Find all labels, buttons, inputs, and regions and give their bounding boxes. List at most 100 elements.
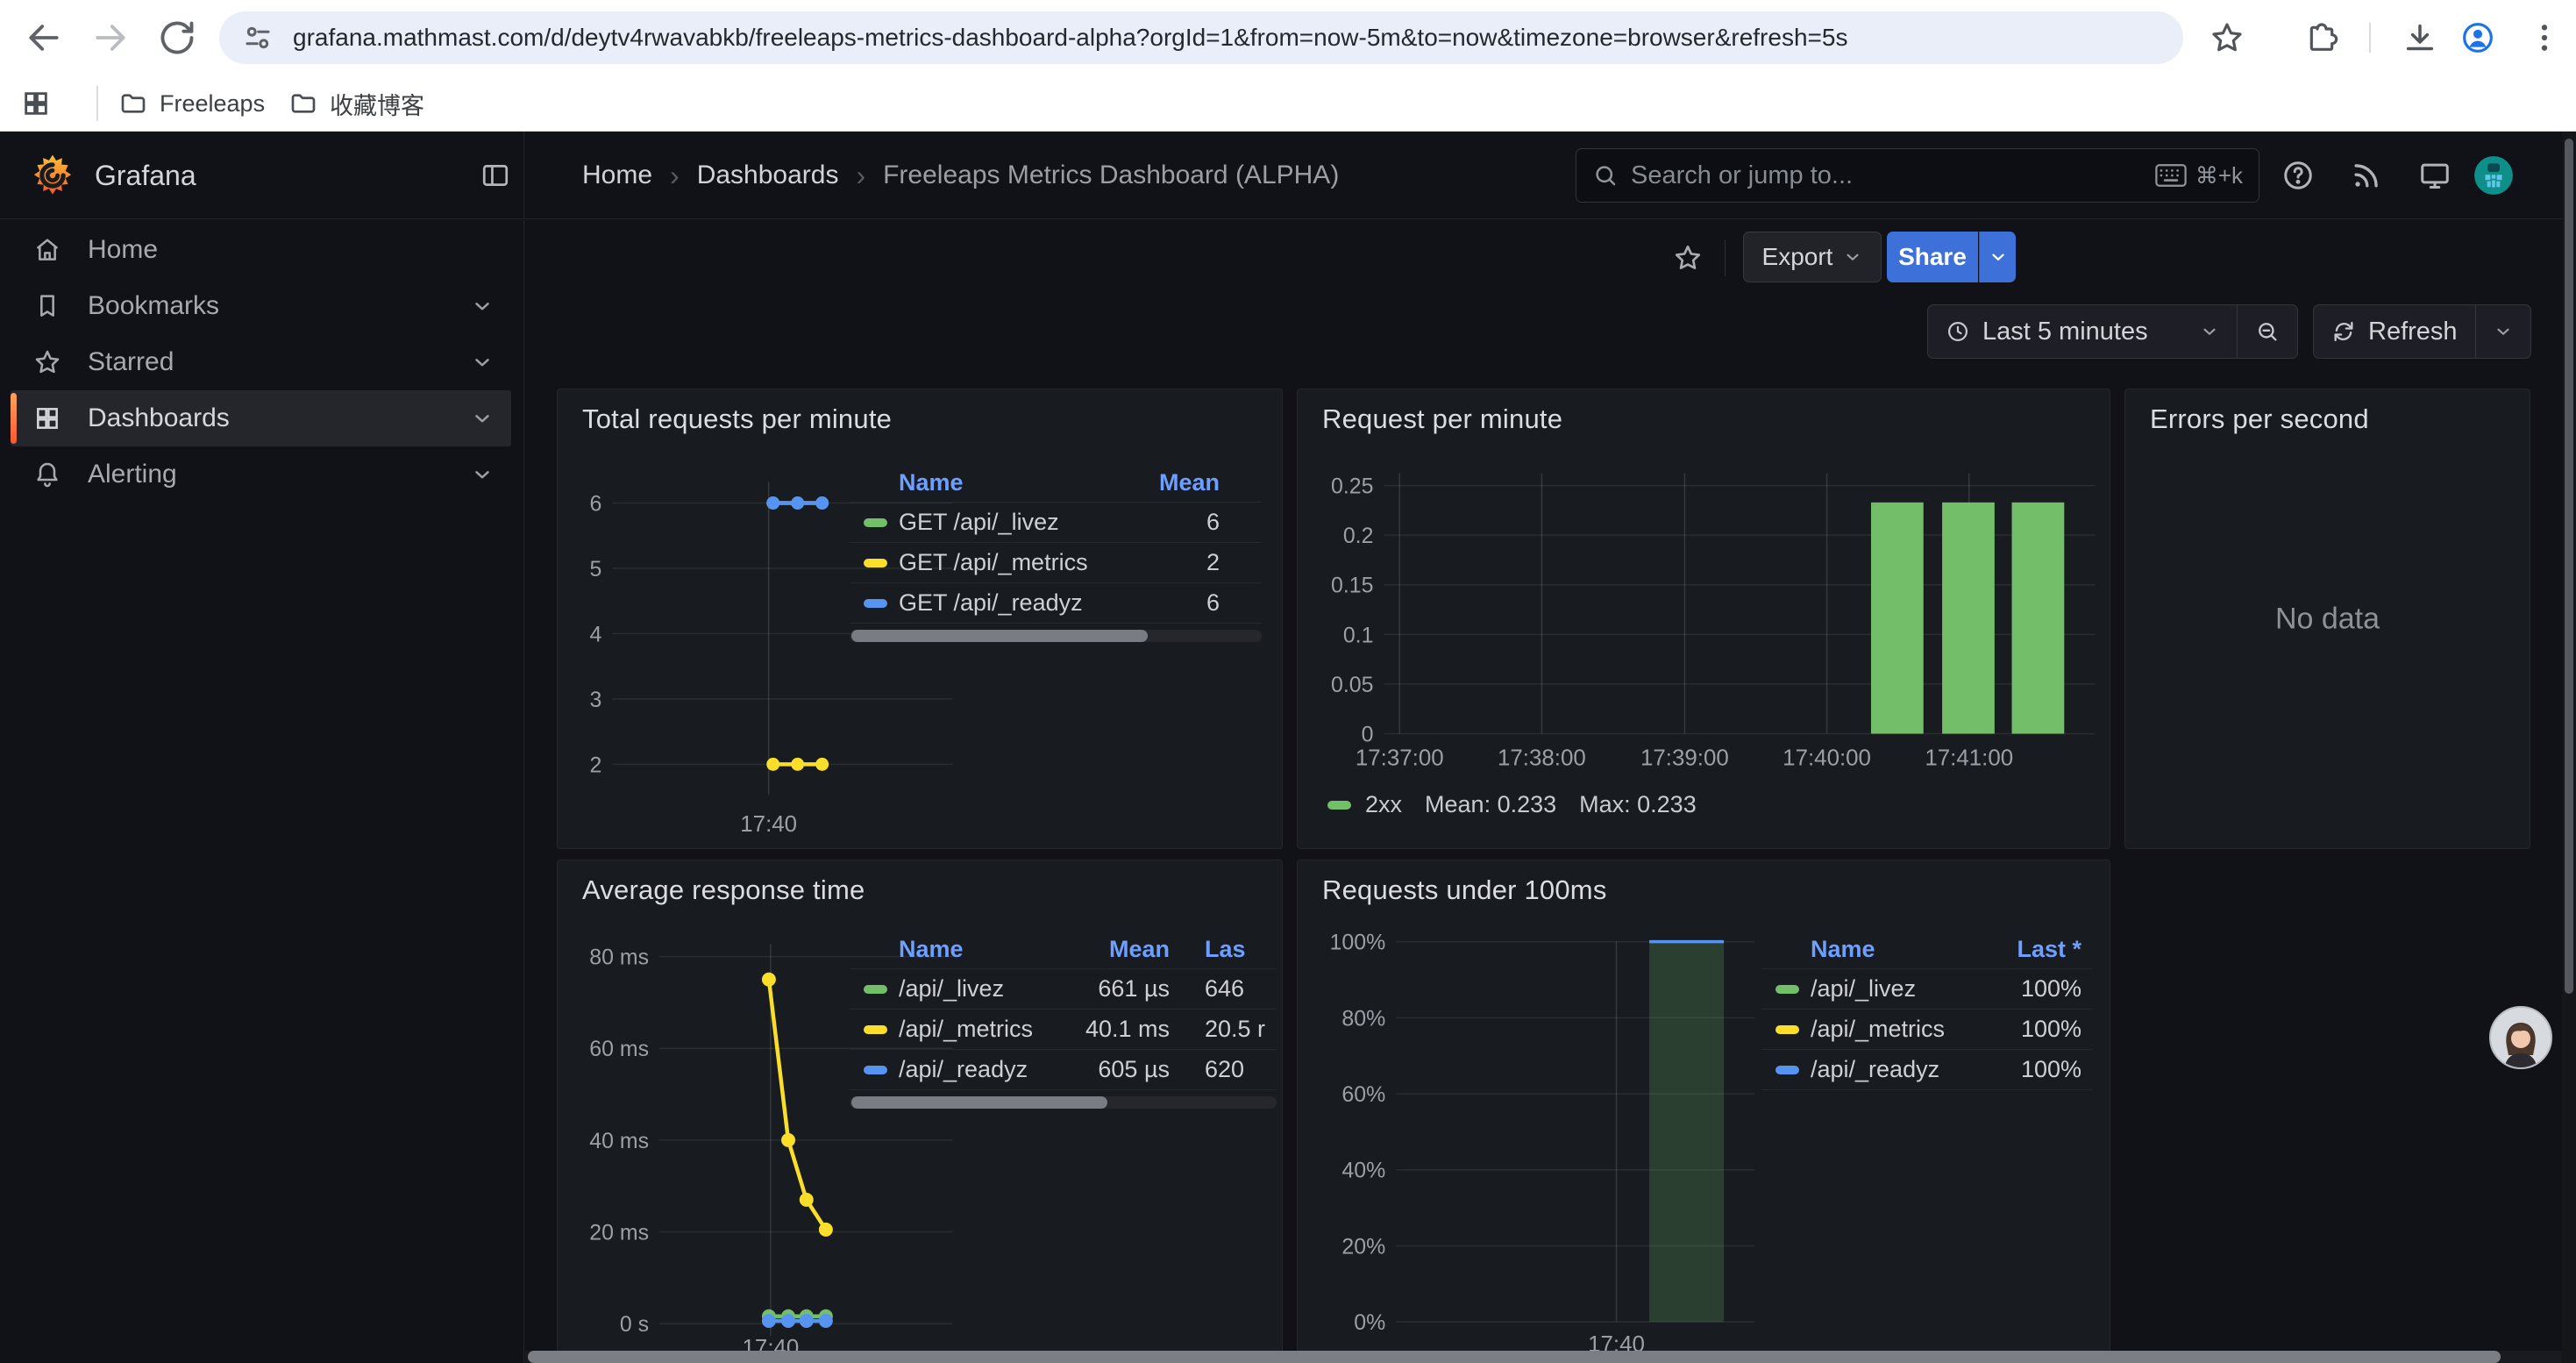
svg-text:17:40: 17:40 [740, 812, 797, 837]
legend-column-header[interactable]: Name [1811, 936, 1959, 963]
bookmark-folder-freeleaps[interactable]: Freeleaps [119, 75, 265, 132]
series-name[interactable]: /api/_metrics [899, 1016, 1073, 1043]
chevron-down-icon[interactable] [471, 295, 494, 318]
vertical-scrollbar-thumb[interactable] [2565, 139, 2573, 994]
panel-title[interactable]: Errors per second [2150, 403, 2369, 435]
brand-name[interactable]: Grafana [95, 160, 196, 192]
legend-value: 6 [1141, 589, 1220, 617]
legend-row[interactable]: GET /api/_readyz6 [850, 583, 1262, 624]
breadcrumb-dashboards[interactable]: Dashboards [697, 161, 839, 190]
chevron-down-icon[interactable] [471, 407, 494, 430]
rss-icon[interactable] [2350, 159, 2383, 192]
apps-grid-icon[interactable] [21, 89, 51, 118]
legend-row[interactable]: /api/_metrics100% [1761, 1010, 2092, 1050]
address-bar[interactable]: grafana.mathmast.com/d/deytv4rwavabkb/fr… [219, 11, 2183, 64]
time-range-button[interactable]: Last 5 minutes [1928, 305, 2237, 358]
panel-requests-under-100ms: Requests under 100ms 100%80%60%40%20%0%1… [1297, 860, 2110, 1363]
menu-dots-icon[interactable] [2527, 20, 2562, 55]
sidebar-item-home[interactable]: Home [11, 222, 511, 278]
svg-text:20 ms: 20 ms [589, 1220, 649, 1245]
svg-text:0.15: 0.15 [1331, 574, 1373, 598]
bookmark-star-icon[interactable] [2210, 20, 2245, 55]
legend-column-header[interactable]: Name [899, 469, 1141, 496]
sidebar-toggle-icon[interactable] [480, 161, 510, 190]
toolbar-divider [2369, 23, 2371, 53]
sidebar-item-bookmarks[interactable]: Bookmarks [11, 278, 511, 334]
sidebar: Home Bookmarks Starred [0, 220, 524, 1363]
series-name[interactable]: 2xx [1365, 791, 1402, 818]
legend-row[interactable]: /api/_livez100% [1761, 969, 2092, 1010]
chevron-down-icon[interactable] [471, 351, 494, 374]
legend-column-header[interactable]: Mean [1073, 936, 1170, 963]
downloads-icon[interactable] [2402, 20, 2437, 55]
legend-column-header[interactable]: Mean [1141, 469, 1220, 496]
time-picker-group: Last 5 minutes [1927, 304, 2298, 359]
svg-text:17:40:00: 17:40:00 [1783, 746, 1871, 770]
zoom-out-button[interactable] [2237, 305, 2297, 358]
horizontal-scrollbar[interactable] [525, 1351, 2562, 1363]
series-name[interactable]: GET /api/_metrics [899, 549, 1141, 576]
url-text[interactable]: grafana.mathmast.com/d/deytv4rwavabkb/fr… [293, 24, 1847, 52]
reload-icon[interactable] [158, 18, 196, 57]
legend-line[interactable]: 2xxMean: 0.233Max: 0.233 [1327, 791, 1697, 818]
legend-column-header[interactable]: Las [1205, 936, 1273, 963]
profile-icon[interactable] [2460, 20, 2495, 55]
user-avatar[interactable] [2474, 156, 2513, 195]
series-name[interactable]: /api/_livez [1811, 975, 1959, 1003]
legend-scrollbar[interactable] [850, 630, 1262, 642]
share-dropdown-button[interactable] [1979, 232, 2016, 282]
sidebar-item-dashboards[interactable]: Dashboards [11, 390, 511, 446]
sidebar-item-starred[interactable]: Starred [11, 334, 511, 390]
vertical-scrollbar[interactable] [2562, 132, 2576, 1363]
search-box[interactable]: ⌘+k [1576, 148, 2259, 203]
legend-row[interactable]: /api/_readyz605 µs620 [850, 1050, 1277, 1090]
legend-scrollbar-thumb[interactable] [851, 1096, 1107, 1109]
bookmark-folder-blogs[interactable]: 收藏博客 [289, 75, 424, 132]
series-name[interactable]: /api/_metrics [1811, 1016, 1959, 1043]
svg-text:80%: 80% [1341, 1006, 1385, 1031]
grafana-logo-icon[interactable] [30, 153, 75, 198]
legend-row[interactable]: GET /api/_metrics2 [850, 543, 1262, 583]
search-input[interactable] [1631, 161, 2155, 190]
legend-column-header[interactable]: Last * [1959, 936, 2081, 963]
breadcrumb-home[interactable]: Home [582, 161, 652, 190]
series-name[interactable]: /api/_readyz [899, 1056, 1073, 1083]
tune-icon[interactable] [242, 22, 274, 54]
refresh-interval-button[interactable] [2475, 305, 2530, 358]
series-name[interactable]: /api/_livez [899, 975, 1073, 1003]
legend-row[interactable]: /api/_readyz100% [1761, 1050, 2092, 1090]
grafana-header-main: Home › Dashboards › Freeleaps Metrics Da… [524, 132, 2576, 218]
series-color-pill [864, 599, 887, 608]
extensions-icon[interactable] [2304, 20, 2339, 55]
svg-text:0: 0 [1362, 722, 1374, 746]
refresh-button[interactable]: Refresh [2314, 305, 2475, 358]
legend-scrollbar[interactable] [850, 1096, 1277, 1109]
favorite-star-icon[interactable] [1673, 243, 1703, 273]
series-name[interactable]: GET /api/_livez [899, 509, 1141, 536]
export-button[interactable]: Export [1743, 232, 1882, 282]
legend-row[interactable]: /api/_metrics40.1 ms20.5 r [850, 1010, 1277, 1050]
star-icon [33, 348, 61, 376]
chevron-down-icon[interactable] [471, 463, 494, 486]
legend-row[interactable]: GET /api/_livez6 [850, 503, 1262, 543]
sidebar-item-label: Bookmarks [88, 291, 471, 321]
legend-row[interactable]: /api/_livez661 µs646 [850, 969, 1277, 1010]
monitor-icon[interactable] [2418, 159, 2451, 192]
forward-icon[interactable] [91, 18, 130, 57]
floating-avatar[interactable] [2489, 1006, 2552, 1069]
series-name[interactable]: /api/_readyz [1811, 1056, 1959, 1083]
no-data-message: No data [2125, 602, 2530, 636]
help-icon[interactable] [2281, 159, 2315, 192]
share-button[interactable]: Share [1887, 232, 1978, 282]
legend-table: NameMean Las/api/_livez661 µs646/api/_met… [850, 931, 1277, 1109]
series-name[interactable]: GET /api/_readyz [899, 589, 1141, 617]
breadcrumb-current: Freeleaps Metrics Dashboard (ALPHA) [883, 161, 1339, 190]
back-icon[interactable] [25, 18, 63, 57]
svg-text:60%: 60% [1341, 1082, 1385, 1107]
horizontal-scrollbar-thumb[interactable] [528, 1351, 2501, 1363]
sidebar-item-alerting[interactable]: Alerting [11, 446, 511, 503]
legend-column-header[interactable]: Name [899, 936, 1073, 963]
breadcrumb-separator: › [670, 160, 680, 192]
bookmark-folder-label: 收藏博客 [330, 87, 424, 121]
legend-scrollbar-thumb[interactable] [851, 630, 1148, 642]
